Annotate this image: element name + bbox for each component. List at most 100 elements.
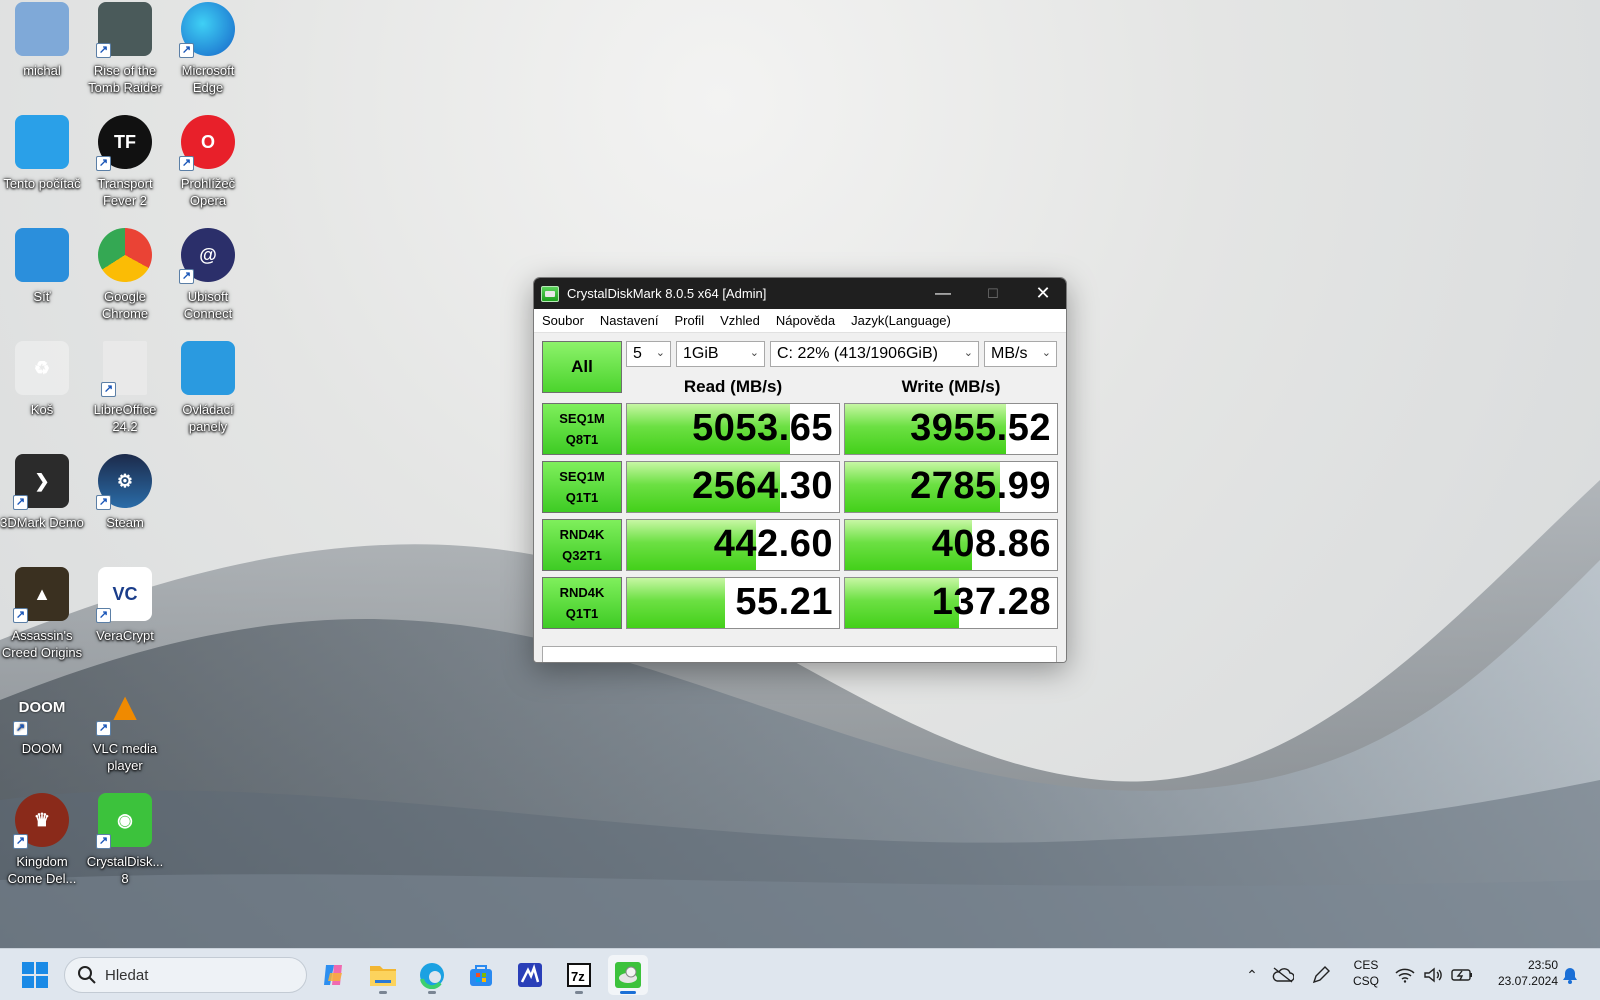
quick-settings-button[interactable]	[1392, 955, 1476, 995]
battery-icon	[1451, 969, 1472, 981]
read-result-cell: 5053.65	[626, 403, 840, 455]
desktop-icon-label: Tento počítač	[3, 176, 81, 191]
start-button[interactable]	[15, 955, 55, 995]
store-button[interactable]	[461, 955, 501, 995]
minimize-button[interactable]: —	[918, 278, 968, 309]
shortcut-arrow-icon: ↗	[96, 608, 111, 623]
desktop-icon[interactable]: VC ↗ VeraCrypt	[83, 567, 167, 673]
test-button[interactable]: RND4K Q32T1	[542, 519, 622, 571]
shortcut-arrow-icon: ↗	[13, 495, 28, 510]
desktop-icon-label: 3DMark Demo	[0, 515, 84, 530]
desktop-icon[interactable]: ◉ ↗ CrystalDisk... 8	[83, 793, 167, 899]
write-result-cell: 137.28	[844, 577, 1058, 629]
folder-icon	[370, 966, 396, 986]
menu-soubor[interactable]: Soubor	[534, 313, 592, 328]
desktop-icon[interactable]: ▲ ↗ Assassin's Creed Origins	[0, 567, 84, 673]
desktop-icon[interactable]: ↗ LibreOffice 24.2	[83, 341, 167, 447]
copilot-button[interactable]	[314, 955, 354, 995]
desktop-icon[interactable]: ↗ Rise of the Tomb Raider	[83, 2, 167, 108]
desktop-icon-label: Ubisoft Connect	[183, 289, 233, 321]
count-select[interactable]: 5 ⌄	[626, 341, 671, 367]
7zip-button[interactable]: 7z	[559, 955, 599, 995]
show-hidden-icons-button[interactable]: ⌃	[1240, 955, 1264, 995]
recycle-bin-icon: ♻	[15, 341, 69, 395]
desktop-icon[interactable]: Síť	[0, 228, 84, 334]
tomb-raider-icon: ↗	[96, 2, 152, 58]
desktop-icon[interactable]: michal	[0, 2, 84, 108]
pen-menu-button[interactable]	[1306, 955, 1336, 995]
title-bar[interactable]: CrystalDiskMark 8.0.5 x64 [Admin] — ☐ ✕	[534, 278, 1066, 309]
desktop-icon-label: Rise of the Tomb Raider	[88, 63, 162, 95]
desktop-icon[interactable]: Google Chrome	[83, 228, 167, 334]
desktop-icon[interactable]: ❯ ↗ 3DMark Demo	[0, 454, 84, 560]
3dmark-icon: ❯ ↗	[13, 454, 69, 510]
chrome-icon	[98, 228, 152, 282]
veracrypt-icon: VC ↗	[96, 567, 152, 623]
write-header: Write (MB/s)	[901, 377, 1001, 396]
desktop-icon-label: Steam	[106, 515, 144, 530]
windows-icon	[22, 962, 48, 988]
window-title: CrystalDiskMark 8.0.5 x64 [Admin]	[567, 286, 767, 301]
test-queue-threads: Q32T1	[562, 548, 602, 563]
edge-button[interactable]	[412, 955, 452, 995]
user-folder-icon	[15, 2, 69, 56]
crystaldiskmark-app-icon	[541, 285, 559, 302]
desktop-icon[interactable]: Ovládací panely	[166, 341, 250, 447]
desktop-icon[interactable]: TF ↗ Transport Fever 2	[83, 115, 167, 221]
read-result-cell: 442.60	[626, 519, 840, 571]
desktop-icon[interactable]: Tento počítač	[0, 115, 84, 221]
desktop-icon[interactable]: DOOM ↗ DOOM	[0, 680, 84, 786]
shortcut-arrow-icon: ↗	[13, 608, 28, 623]
desktop-icon-label: Síť	[33, 289, 51, 304]
file-explorer-button[interactable]	[363, 955, 403, 995]
comment-field[interactable]	[542, 646, 1057, 662]
write-result-cell: 3955.52	[844, 403, 1058, 455]
run-all-button[interactable]: All	[542, 341, 622, 393]
crystaldiskmark-icon	[615, 962, 641, 988]
language-code: CES	[1353, 958, 1379, 972]
unit-select[interactable]: MB/s ⌄	[984, 341, 1057, 367]
benchmark-panel: All 5 ⌄ 1GiB ⌄ C: 22% (413/1906GiB) ⌄ MB/s ⌄…	[534, 333, 1066, 662]
desktop-icon[interactable]: O ↗ Prohlížeč Opera	[166, 115, 250, 221]
onedrive-button[interactable]	[1268, 955, 1298, 995]
crystaldiskmark-taskbar-button[interactable]	[608, 955, 648, 995]
desktop-icon[interactable]: ⚙ ↗ Steam	[83, 454, 167, 560]
edge-icon: ↗	[179, 2, 235, 58]
running-indicator	[379, 991, 387, 994]
menu-profil[interactable]: Profil	[666, 313, 712, 328]
desktop-icon-label: CrystalDisk... 8	[86, 854, 164, 886]
input-language[interactable]: CES CSQ	[1350, 957, 1382, 989]
count-select-value: 5	[633, 345, 642, 362]
chevron-down-icon: ⌄	[963, 347, 973, 359]
running-indicator	[428, 991, 436, 994]
clock[interactable]: 23:50 23.07.2024	[1484, 957, 1558, 989]
app-button[interactable]	[510, 955, 550, 995]
maximize-button[interactable]: ☐	[968, 278, 1018, 309]
drive-select[interactable]: C: 22% (413/1906GiB) ⌄	[770, 341, 979, 367]
assassins-creed-icon: ▲ ↗	[13, 567, 69, 623]
wifi-icon	[1395, 968, 1415, 983]
menu-nastaveni[interactable]: Nastavení	[592, 313, 667, 328]
desktop-icon[interactable]: @ ↗ Ubisoft Connect	[166, 228, 250, 334]
svg-text:7z: 7z	[571, 969, 585, 984]
desktop-icon[interactable]: ↗ Microsoft Edge	[166, 2, 250, 108]
running-indicator	[620, 991, 636, 994]
menu-jazyk[interactable]: Jazyk(Language)	[843, 313, 959, 328]
search-box[interactable]: Hledat	[64, 957, 307, 993]
search-icon	[78, 966, 96, 984]
desktop-icon[interactable]: ▲ ↗ VLC media player	[83, 680, 167, 786]
size-select[interactable]: 1GiB ⌄	[676, 341, 765, 367]
menu-napoveda[interactable]: Nápověda	[768, 313, 843, 328]
test-queue-threads: Q1T1	[565, 490, 599, 505]
desktop-icon-label: VeraCrypt	[96, 628, 154, 643]
desktop-icon[interactable]: ♛ ↗ Kingdom Come Del...	[0, 793, 84, 899]
read-result-cell: 2564.30	[626, 461, 840, 513]
test-button[interactable]: SEQ1M Q8T1	[542, 403, 622, 455]
test-button[interactable]: SEQ1M Q1T1	[542, 461, 622, 513]
notifications-button[interactable]	[1558, 955, 1582, 995]
close-button[interactable]: ✕	[1018, 278, 1066, 309]
test-button[interactable]: RND4K Q1T1	[542, 577, 622, 629]
menu-vzhled[interactable]: Vzhled	[712, 313, 768, 328]
desktop-icon-label: Koš	[30, 402, 54, 417]
desktop-icon[interactable]: ♻ Koš	[0, 341, 84, 447]
